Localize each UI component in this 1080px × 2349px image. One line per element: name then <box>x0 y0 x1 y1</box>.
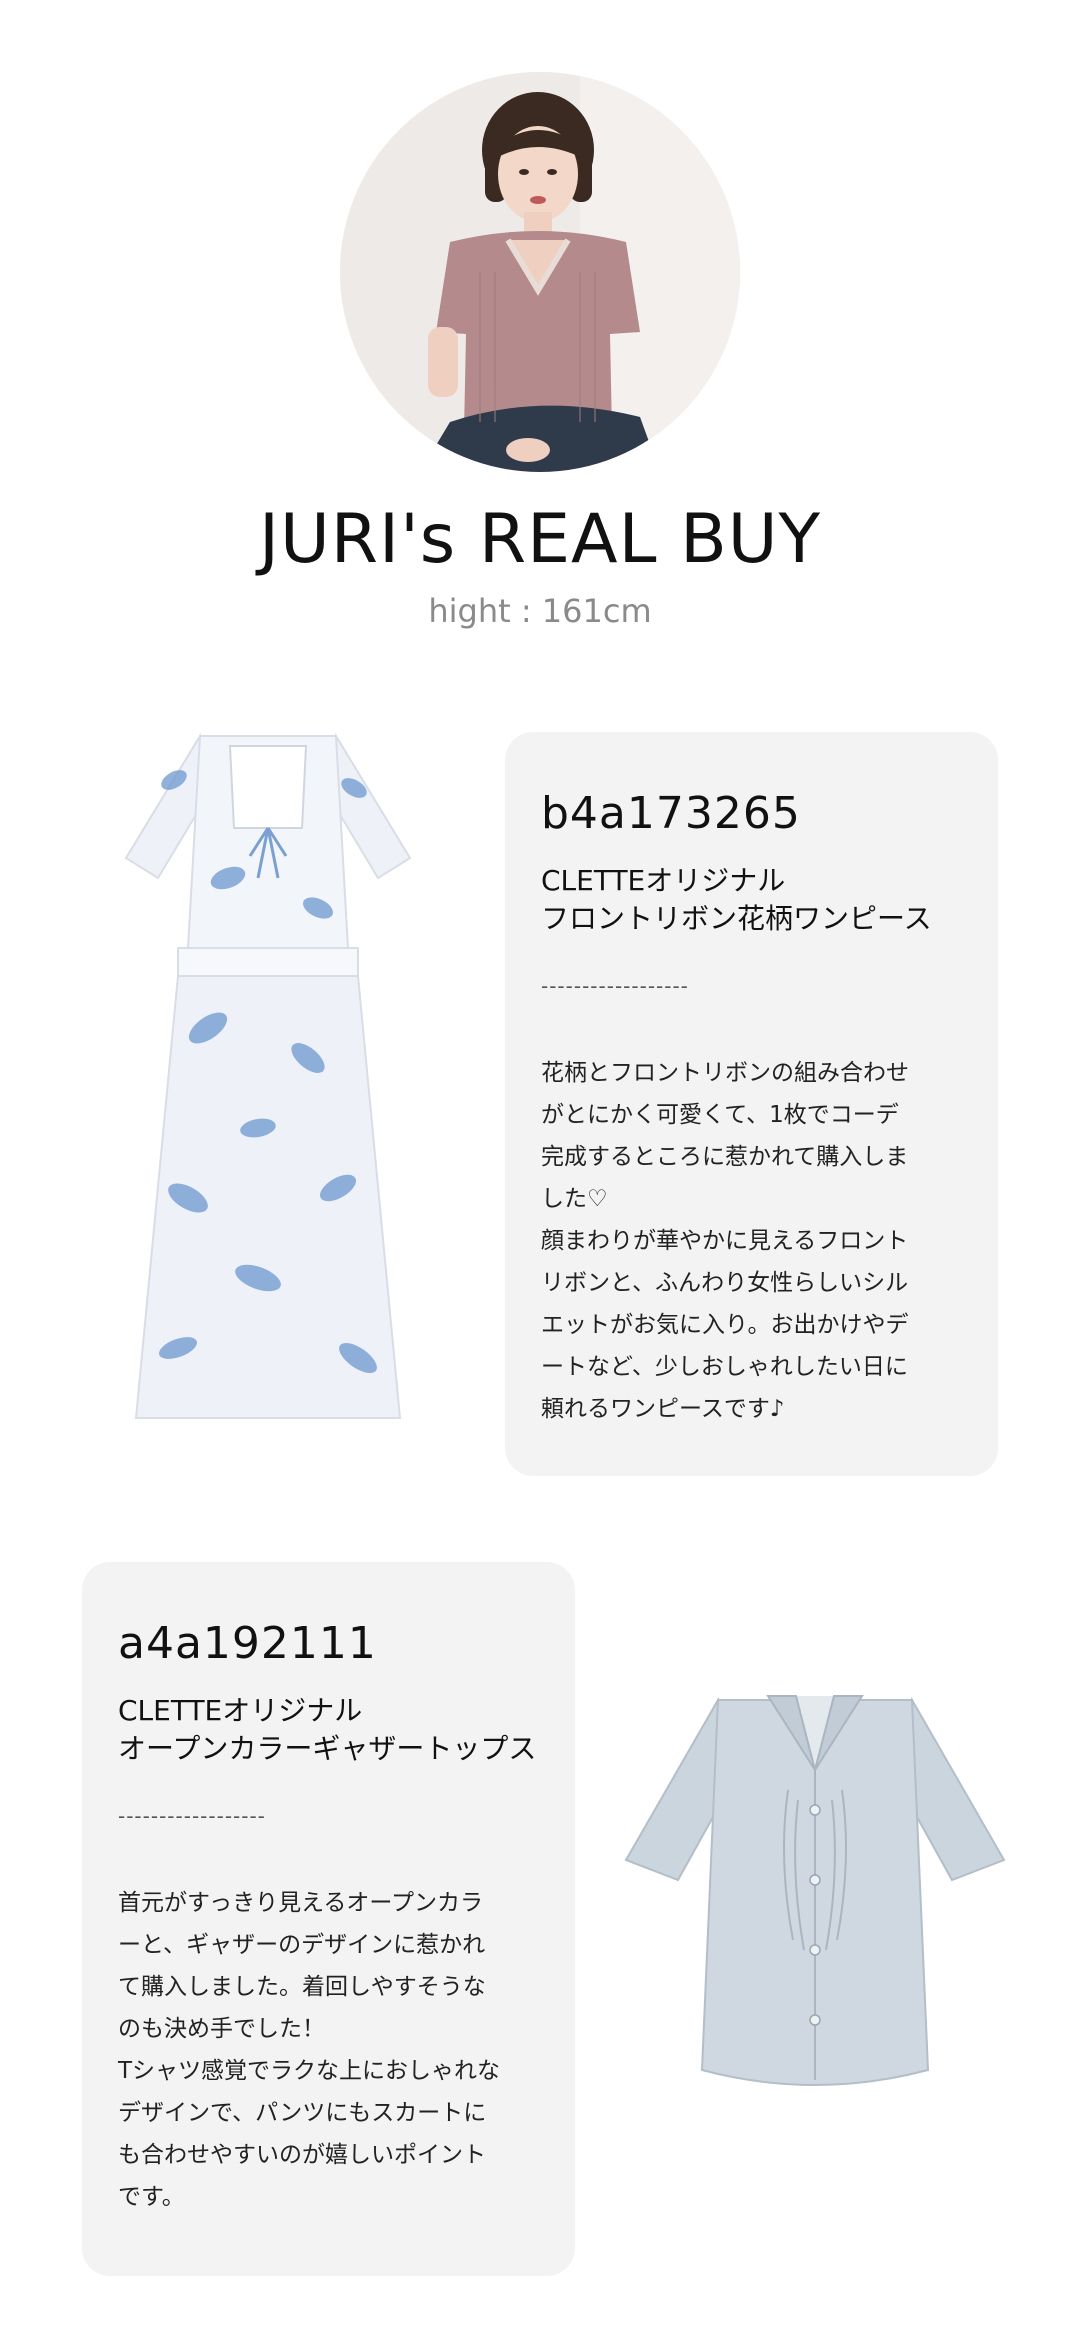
description-line: て購入しました。着回しやすそうな <box>118 1974 486 2000</box>
model-photo <box>340 72 740 472</box>
description-line: リボンと、ふんわり女性らしいシル <box>541 1270 909 1296</box>
description-line: エットがお気に入り。お出かけやデ <box>541 1312 909 1338</box>
description-line: した♡ <box>541 1186 608 1212</box>
tops-image <box>618 1660 1012 2096</box>
product-name: CLETTEオリジナル オープンカラーギャザートップス <box>118 1692 536 1768</box>
product-description: 花柄とフロントリボンの組み合わせ がとにかく可愛くて、1枚でコーデ 完成するとこ… <box>541 1052 971 1430</box>
floral-dress-illustration <box>124 732 412 1419</box>
description-line: ートなど、少しおしゃれしたい日に <box>541 1354 908 1380</box>
description-line: Tシャツ感覚でラクな上におしゃれな <box>118 2058 501 2084</box>
description-line: も合わせやすいのが嬉しいポイント <box>118 2142 486 2168</box>
description-line: 首元がすっきり見えるオープンカラ <box>118 1890 484 1916</box>
description-line: がとにかく可愛くて、1枚でコーデ <box>541 1102 899 1128</box>
gather-tops-illustration <box>624 1695 1006 2086</box>
product-card-tops: a4a192111 CLETTEオリジナル オープンカラーギャザートップス --… <box>82 1562 575 2276</box>
divider: ------------------ <box>541 974 689 998</box>
description-line: です。 <box>118 2184 185 2210</box>
description-line: 頼れるワンピースです♪ <box>541 1396 785 1422</box>
page-title: JURI's REAL BUY <box>258 500 822 579</box>
model-avatar <box>340 72 740 472</box>
product-name-line1: CLETTEオリジナル <box>541 864 786 897</box>
dress-image <box>118 728 418 1422</box>
description-line: のも決め手でした！ <box>118 2016 325 2042</box>
product-card-dress: b4a173265 CLETTEオリジナル フロントリボン花柄ワンピース ---… <box>505 732 998 1476</box>
description-line: 顔まわりが華やかに見えるフロント <box>541 1228 909 1254</box>
model-height: hight : 161cm <box>428 592 652 630</box>
product-code: a4a192111 <box>118 1618 377 1669</box>
product-description: 首元がすっきり見えるオープンカラ ーと、ギャザーのデザインに惹かれ て購入しまし… <box>118 1882 548 2218</box>
divider: ------------------ <box>118 1804 266 1828</box>
product-name: CLETTEオリジナル フロントリボン花柄ワンピース <box>541 862 932 938</box>
product-code: b4a173265 <box>541 788 801 839</box>
description-line: 完成するところに惹かれて購入しま <box>541 1144 909 1170</box>
product-name-line1: CLETTEオリジナル <box>118 1694 363 1727</box>
product-name-line2: オープンカラーギャザートップス <box>118 1732 537 1765</box>
description-line: 花柄とフロントリボンの組み合わせ <box>541 1060 909 1086</box>
description-line: ーと、ギャザーのデザインに惹かれ <box>118 1932 486 1958</box>
description-line: デザインで、パンツにもスカートに <box>118 2100 487 2126</box>
product-name-line2: フロントリボン花柄ワンピース <box>541 902 932 935</box>
